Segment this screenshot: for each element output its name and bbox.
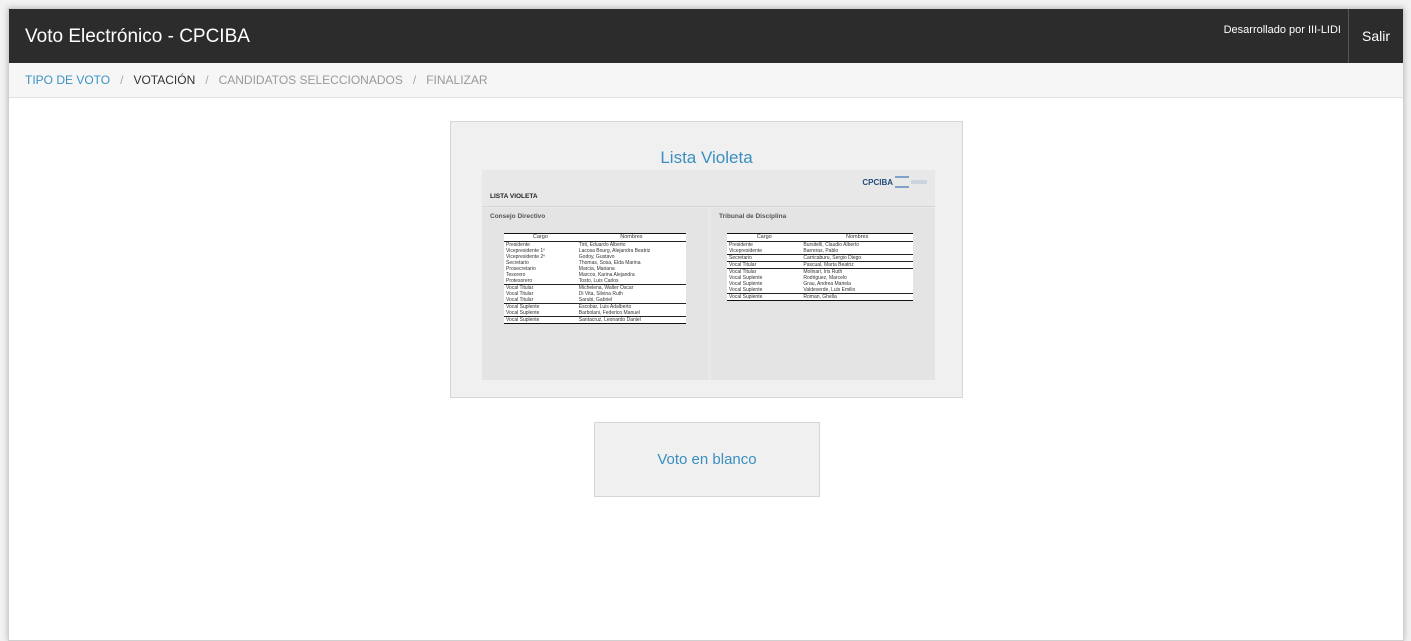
ballot-image: CPCIBA LISTA VIOLETA Consejo Directivo C… [482,170,935,380]
cell-cargo: Vocal Titular [727,261,802,269]
app-window: Voto Electrónico - CPCIBA Desarrollado p… [8,8,1404,641]
cell-cargo: Secretario [727,254,802,262]
app-title: Voto Electrónico - CPCIBA [25,26,250,47]
consejo-directivo-panel: Consejo Directivo Cargo Nombres Presiden… [482,208,708,380]
breadcrumb-votacion: VOTACIÓN [133,73,196,87]
vote-option-lista-violeta[interactable]: Lista Violeta CPCIBA LISTA VIOLETA Conse… [450,121,963,398]
developed-by-text: Desarrollado por III-LIDI [1223,24,1341,36]
table-header-cargo: Cargo [727,233,802,242]
breadcrumb-candidatos-seleccionados: CANDIDATOS SELECCIONADOS [218,73,403,87]
logo-subtext-icon [911,180,927,184]
table-header-nombres: Nombres [576,233,686,242]
consejo-directivo-table: Cargo Nombres Presidente Tirit, Eduardo A… [504,233,686,324]
option-title: Lista Violeta [660,148,753,167]
breadcrumb-tipo-de-voto[interactable]: TIPO DE VOTO [25,73,110,87]
table-row: Vocal Titular Pascual, Marta Beatriz [727,261,913,269]
tribunal-disciplina-panel: Tribunal de Disciplina Cargo Nombres Pre… [711,208,935,380]
table-row: Secretario Carricaburu, Sergio Diego [727,254,913,262]
table-header-nombres: Nombres [801,233,913,242]
panel-title: Tribunal de Disciplina [719,213,787,220]
cell-nombre: Roman, Ghella [801,293,913,301]
top-navbar: Voto Electrónico - CPCIBA Desarrollado p… [9,9,1403,63]
logo-text: CPCIBA [862,177,893,187]
table-row: Vocal Suplente Santacruz, Leonardo Daniel [504,316,686,324]
ballot-list-name: LISTA VIOLETA [490,193,538,200]
cpciba-logo: CPCIBA [862,176,927,188]
breadcrumb: TIPO DE VOTO / VOTACIÓN / CANDIDATOS SEL… [9,63,1403,98]
breadcrumb-separator: / [412,73,417,87]
logout-button[interactable]: Salir [1349,9,1403,63]
ballot-header: CPCIBA LISTA VIOLETA [482,170,935,207]
tribunal-disciplina-table: Cargo Nombres Presidente Bursitelli, Clau… [727,233,913,301]
cell-cargo: Vocal Suplente [727,293,802,301]
vote-option-voto-en-blanco[interactable]: Voto en blanco [594,422,820,497]
cell-nombre: Santacruz, Leonardo Daniel [576,316,686,324]
cell-nombre: Pascual, Marta Beatriz [801,261,913,269]
breadcrumb-finalizar: FINALIZAR [426,73,488,87]
cell-nombre: Carricaburu, Sergio Diego [801,254,913,262]
logo-mark-icon [895,176,909,188]
option-label: Voto en blanco [657,451,757,468]
table-row: Vocal Suplente Roman, Ghella [727,293,913,301]
cell-cargo: Vocal Suplente [504,316,577,324]
breadcrumb-separator: / [205,73,209,87]
breadcrumb-separator: / [120,73,124,87]
table-header-cargo: Cargo [504,233,577,242]
panel-title: Consejo Directivo [490,213,546,220]
